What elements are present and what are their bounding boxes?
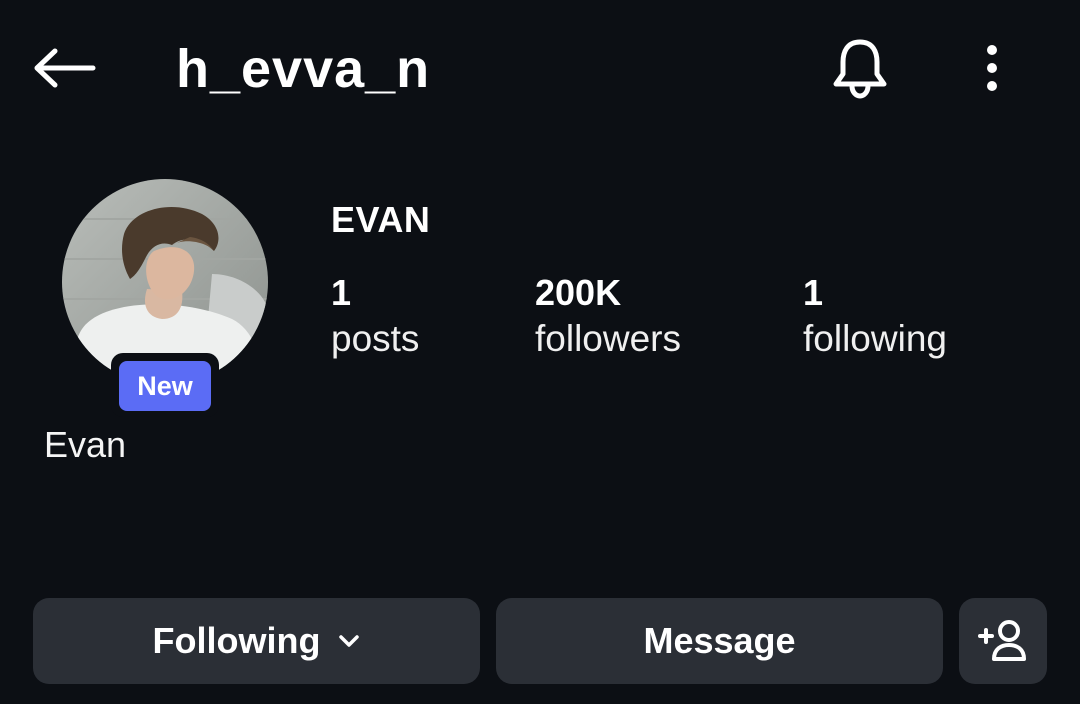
followers-count: 200K — [535, 272, 622, 313]
followers-label: followers — [535, 318, 681, 359]
following-label: following — [803, 318, 947, 359]
chevron-down-icon — [338, 634, 360, 648]
profile-username: h_evva_n — [176, 39, 431, 99]
posts-count: 1 — [331, 272, 352, 313]
notifications-button[interactable] — [828, 34, 892, 102]
bell-icon — [833, 39, 887, 99]
new-badge: New — [119, 361, 211, 411]
message-button-label: Message — [643, 620, 796, 661]
stat-following[interactable]: 1 following — [803, 271, 947, 363]
more-vertical-icon — [987, 45, 997, 91]
following-button-label: Following — [152, 620, 321, 661]
add-user-button[interactable] — [959, 598, 1047, 684]
stat-posts[interactable]: 1 posts — [331, 271, 419, 363]
add-user-icon — [978, 620, 1026, 661]
stat-followers[interactable]: 200K followers — [535, 271, 681, 363]
back-button[interactable] — [30, 40, 100, 96]
top-bar: h_evva_n — [0, 0, 1080, 140]
following-button[interactable]: Following — [33, 598, 480, 684]
message-button[interactable]: Message — [496, 598, 943, 684]
following-count: 1 — [803, 272, 824, 313]
posts-label: posts — [331, 318, 420, 359]
full-name: EVAN — [331, 199, 431, 240]
more-options-button[interactable] — [968, 40, 1016, 96]
arrow-left-icon — [34, 48, 96, 88]
display-name: Evan — [44, 424, 127, 465]
